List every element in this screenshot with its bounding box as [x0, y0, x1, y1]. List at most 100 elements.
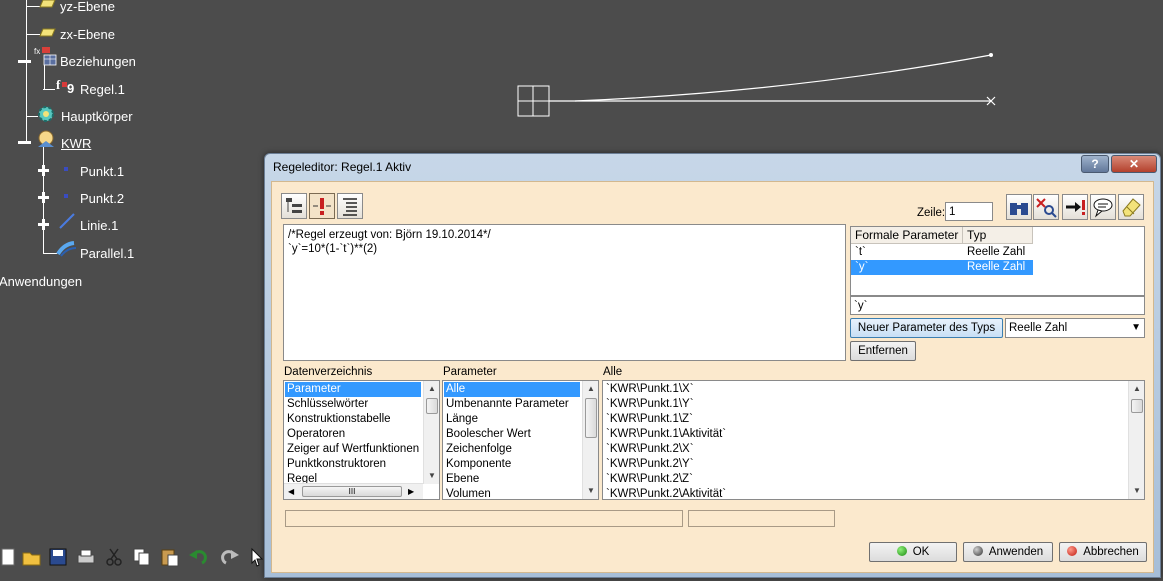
table-row[interactable]: `t` Reelle Zahl [851, 245, 1144, 260]
directory-vscrollbar[interactable]: ▲ ▼ [423, 381, 439, 484]
column-header-type[interactable]: Typ [963, 227, 1033, 244]
list-item[interactable]: Zeichenfolge [446, 442, 512, 457]
format-text-button[interactable] [337, 193, 363, 219]
tree-item-parallel-1[interactable]: Parallel.1 [80, 246, 134, 261]
speech-bubble-icon [1093, 198, 1113, 218]
collapse-relations-toggle[interactable] [18, 60, 31, 63]
tree-item-kwr[interactable]: KWR [61, 136, 91, 151]
scroll-down-icon[interactable]: ▼ [424, 468, 439, 484]
svg-text:f: f [56, 77, 61, 92]
cancel-button[interactable]: Abbrechen [1059, 542, 1147, 562]
parameter-type: Reelle Zahl [967, 246, 1026, 258]
search-parameters-button[interactable] [1033, 194, 1059, 220]
list-item[interactable]: Operatoren [287, 427, 345, 442]
tree-item-line-1[interactable]: Linie.1 [80, 218, 118, 233]
tree-item-yz-plane[interactable]: yz-Ebene [60, 0, 115, 14]
open-folder-icon[interactable] [22, 547, 42, 567]
scroll-down-icon[interactable]: ▼ [583, 483, 598, 499]
comment-button[interactable] [1090, 194, 1116, 220]
cut-icon[interactable] [104, 547, 124, 567]
all-parameters-list[interactable]: `KWR\Punkt.1\X` `KWR\Punkt.1\Y` `KWR\Pun… [602, 380, 1145, 500]
parameter-type-list[interactable]: Alle Umbenannte Parameter Länge Boolesch… [442, 380, 599, 500]
rule-text-editor[interactable]: /*Regel erzeugt von: Björn 19.10.2014*/ … [283, 224, 846, 361]
scroll-up-icon[interactable]: ▲ [583, 381, 598, 397]
list-item[interactable]: `KWR\Punkt.1\Z` [606, 412, 693, 427]
status-field [285, 510, 683, 527]
list-item[interactable]: Parameter [285, 382, 421, 397]
help-button[interactable]: ? [1081, 155, 1109, 173]
list-item[interactable]: Alle [444, 382, 580, 397]
eraser-button[interactable] [1118, 194, 1144, 220]
list-item[interactable]: Boolescher Wert [446, 427, 531, 442]
scroll-thumb[interactable] [426, 398, 438, 414]
all-vscrollbar[interactable]: ▲ ▼ [1128, 381, 1144, 499]
collapse-kwr-toggle[interactable] [18, 141, 31, 144]
table-row[interactable]: `y` Reelle Zahl [851, 260, 1033, 275]
list-item[interactable]: `KWR\Punkt.2\Aktivität` [606, 487, 726, 499]
list-item[interactable]: Zeiger auf Wertfunktionen [287, 442, 419, 457]
redo-icon[interactable] [220, 547, 240, 567]
list-item[interactable]: Punktkonstruktoren [287, 457, 386, 472]
remove-button[interactable]: Entfernen [850, 341, 916, 361]
tree-item-point-1[interactable]: Punkt.1 [80, 164, 124, 179]
list-item[interactable]: Umbenannte Parameter [446, 397, 569, 412]
list-item[interactable]: Ebene [446, 472, 479, 487]
line-number-field[interactable]: 1 [945, 202, 993, 221]
list-item[interactable]: `KWR\Punkt.2\X` [606, 442, 694, 457]
print-icon[interactable] [76, 547, 96, 567]
ok-button[interactable]: OK [869, 542, 957, 562]
new-parameter-button[interactable]: Neuer Parameter des Typs [850, 318, 1003, 338]
copy-icon[interactable] [132, 547, 152, 567]
parameter-type-select[interactable]: Reelle Zahl ▼ [1005, 318, 1145, 338]
undo-icon[interactable] [188, 547, 208, 567]
column-header-formal-parameter[interactable]: Formale Parameter [851, 227, 963, 244]
list-item[interactable]: Konstruktionstabelle [287, 412, 391, 427]
list-item[interactable]: `KWR\Punkt.1\Aktivität` [606, 427, 726, 442]
plane-icon [39, 28, 56, 37]
tree-item-rule[interactable]: Regel.1 [80, 82, 125, 97]
scroll-right-icon[interactable]: ▶ [408, 484, 414, 499]
expand-line-1-toggle[interactable] [38, 219, 49, 230]
tree-item-applications[interactable]: Anwendungen [0, 274, 82, 289]
tree-item-relations[interactable]: Beziehungen [60, 54, 136, 69]
curve-end-point [989, 53, 993, 57]
expand-point-1-toggle[interactable] [38, 165, 49, 176]
list-item[interactable]: `KWR\Punkt.2\Y` [606, 457, 694, 472]
diagnose-button[interactable] [309, 193, 335, 219]
scroll-left-icon[interactable]: ◀ [288, 484, 294, 499]
scroll-down-icon[interactable]: ▼ [1129, 483, 1144, 499]
tree-item-main-body[interactable]: Hauptkörper [61, 109, 133, 124]
list-item[interactable]: Länge [446, 412, 478, 427]
binoculars-button[interactable] [1006, 194, 1032, 220]
scroll-thumb[interactable] [585, 398, 597, 438]
tree-item-zx-plane[interactable]: zx-Ebene [60, 27, 115, 42]
scroll-thumb-grip[interactable]: III [302, 486, 402, 497]
apply-button[interactable]: Anwenden [963, 542, 1053, 562]
scroll-thumb[interactable] [1131, 399, 1143, 413]
paste-icon[interactable] [160, 547, 180, 567]
list-item[interactable]: `KWR\Punkt.1\X` [606, 382, 694, 397]
new-file-icon[interactable] [0, 547, 20, 567]
tree-view-button[interactable] [281, 193, 307, 219]
parameter-type: Reelle Zahl [967, 261, 1026, 273]
expand-point-2-toggle[interactable] [38, 192, 49, 203]
save-icon[interactable] [48, 547, 68, 567]
cancel-label: Abbrechen [1083, 546, 1139, 558]
list-item[interactable]: Volumen [446, 487, 491, 499]
parameter-vscrollbar[interactable]: ▲ ▼ [582, 381, 598, 499]
list-item[interactable]: `KWR\Punkt.1\Y` [606, 397, 694, 412]
directory-header: Datenverzeichnis [284, 366, 373, 378]
list-item[interactable]: Schlüsselwörter [287, 397, 368, 412]
scroll-up-icon[interactable]: ▲ [424, 381, 439, 397]
directory-list[interactable]: Parameter Schlüsselwörter Konstruktionst… [283, 380, 440, 500]
list-item[interactable]: `KWR\Punkt.2\Z` [606, 472, 693, 487]
goto-error-button[interactable] [1062, 194, 1088, 220]
directory-hscrollbar[interactable]: ◀ III ▶ [284, 483, 423, 499]
parameter-name: `y` [855, 261, 869, 273]
binoculars-icon [1010, 203, 1028, 215]
close-button[interactable]: ✕ [1111, 155, 1157, 173]
scroll-up-icon[interactable]: ▲ [1129, 381, 1144, 397]
list-item[interactable]: Komponente [446, 457, 511, 472]
tree-item-point-2[interactable]: Punkt.2 [80, 191, 124, 206]
parameter-name-field[interactable]: `y` [850, 296, 1145, 315]
